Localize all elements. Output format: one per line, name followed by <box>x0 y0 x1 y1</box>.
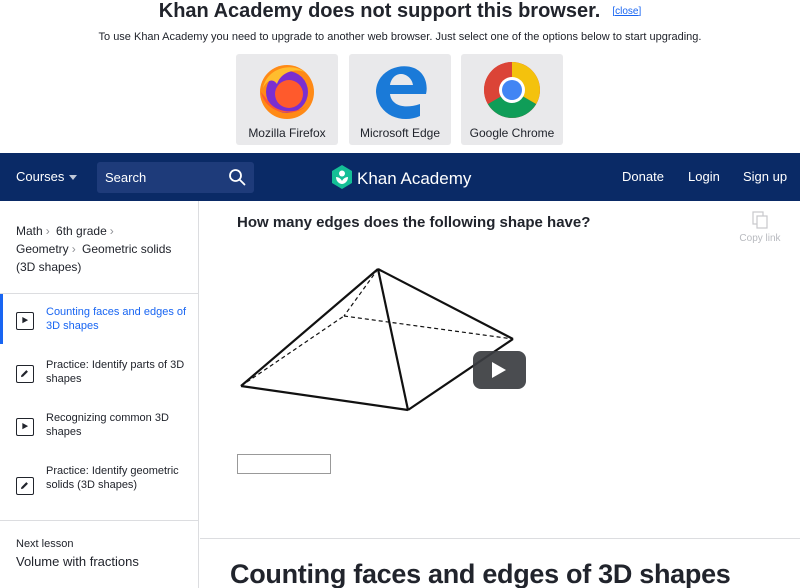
sidebar-item-recognizing-3d-shapes[interactable]: Recognizing common 3D shapes <box>0 404 199 452</box>
courses-menu-button[interactable]: Courses <box>16 169 78 184</box>
sidebar-item-label: Counting faces and edges of 3D shapes <box>46 306 187 332</box>
lesson-title: Counting faces and edges of 3D shapes <box>230 559 731 588</box>
banner-title: Khan Academy does not support this brows… <box>0 0 800 23</box>
chrome-download-button[interactable]: Google Chrome <box>461 54 563 145</box>
donate-link[interactable]: Donate <box>622 169 664 184</box>
video-play-icon <box>16 418 34 436</box>
top-navbar: Courses Search Khan Academy Donate Login… <box>0 153 800 201</box>
sidebar-item-label: Practice: Identify parts of 3D shapes <box>46 359 185 385</box>
breadcrumb-geometry[interactable]: Geometry <box>16 242 69 256</box>
firefox-icon <box>260 65 314 119</box>
firefox-label: Mozilla Firefox <box>248 126 326 140</box>
exercise-pencil-icon <box>16 365 34 383</box>
login-link[interactable]: Login <box>688 169 720 184</box>
signup-link[interactable]: Sign up <box>743 169 787 184</box>
sidebar-item-label: Recognizing common 3D shapes <box>46 412 169 438</box>
edge-label: Microsoft Edge <box>359 126 441 140</box>
banner-title-text: Khan Academy does not support this brows… <box>158 0 601 22</box>
breadcrumb-separator-icon: › <box>109 224 114 238</box>
breadcrumb: Math › 6th grade › Geometry › Geometric sol… <box>16 222 191 276</box>
search-icon[interactable] <box>228 168 246 186</box>
chrome-label: Google Chrome <box>469 126 555 140</box>
pyramid-diagram <box>240 268 514 412</box>
edge-icon <box>376 66 427 119</box>
copy-link-button[interactable]: Copy link <box>737 211 783 244</box>
video-player[interactable]: How many edges does the following shape … <box>200 201 800 539</box>
banner-close-link[interactable]: [close] <box>612 6 641 17</box>
breadcrumb-separator-icon: › <box>45 224 50 238</box>
play-icon <box>492 362 506 378</box>
copy-icon <box>752 211 768 229</box>
sidebar-item-identify-geometric-solids[interactable]: Practice: Identify geometric solids (3D … <box>0 457 199 519</box>
edge-download-button[interactable]: Microsoft Edge <box>349 54 451 145</box>
next-lesson-caption: Next lesson <box>16 538 74 550</box>
main-content: How many edges does the following shape … <box>200 201 800 588</box>
search-input[interactable]: Search <box>97 162 254 193</box>
sidebar-item-identify-parts[interactable]: Practice: Identify parts of 3D shapes <box>0 351 199 399</box>
breadcrumb-separator-icon: › <box>71 242 76 256</box>
breadcrumb-6th-grade[interactable]: 6th grade <box>56 224 107 238</box>
exercise-pencil-icon <box>16 477 34 495</box>
search-placeholder: Search <box>105 170 147 185</box>
sidebar-item-label: Practice: Identify geometric solids (3D … <box>46 465 179 491</box>
khan-leaf-icon <box>332 165 352 189</box>
video-play-icon <box>16 312 34 330</box>
browser-warning-banner: Khan Academy does not support this brows… <box>0 0 800 153</box>
sidebar-divider <box>0 520 199 521</box>
sidebar-item-counting-faces-edges[interactable]: Counting faces and edges of 3D shapes <box>0 294 199 346</box>
copy-link-label: Copy link <box>739 233 781 244</box>
chrome-icon <box>484 62 540 118</box>
active-indicator <box>0 294 3 344</box>
firefox-download-button[interactable]: Mozilla Firefox <box>236 54 338 145</box>
lesson-sidebar: Math › 6th grade › Geometry › Geometric sol… <box>0 201 199 588</box>
play-button[interactable] <box>473 351 526 389</box>
next-lesson-title: Volume with fractions <box>16 554 139 569</box>
logo-text: Khan Academy <box>357 169 472 188</box>
breadcrumb-math[interactable]: Math <box>16 224 43 238</box>
courses-label: Courses <box>16 169 65 184</box>
chevron-down-icon <box>69 175 78 181</box>
answer-input[interactable] <box>237 454 331 474</box>
next-lesson-link[interactable]: Next lesson Volume with fractions <box>16 538 139 569</box>
question-text: How many edges does the following shape … <box>237 214 591 231</box>
banner-subtitle: To use Khan Academy you need to upgrade … <box>98 31 702 43</box>
